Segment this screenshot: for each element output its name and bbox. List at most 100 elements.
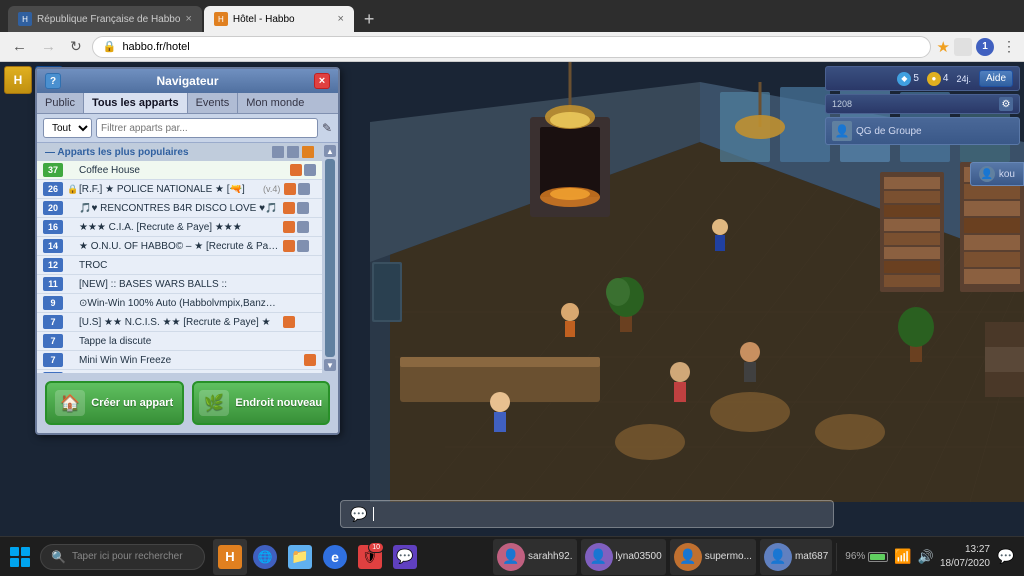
filter-select[interactable]: Tout [43, 118, 92, 138]
section-icon-orange[interactable] [302, 146, 314, 158]
room-badge-7: 9 [43, 296, 63, 310]
battery-indicator: 96% [845, 551, 888, 562]
address-bar: ← → ↻ 🔒 habbo.fr/hotel ★ 1 ⋮ [0, 32, 1024, 62]
new-place-button[interactable]: 🌿 Endroit nouveau [192, 381, 331, 425]
filter-input[interactable] [96, 118, 318, 138]
game-area: H 🧭 ? Navigateur × Public Tous les appar… [0, 62, 1024, 536]
tab-all-apparts[interactable]: Tous les apparts [84, 93, 188, 113]
clock-time: 13:27 [940, 543, 990, 557]
kou-avatar: 👤 [979, 166, 995, 182]
qg-button[interactable]: 👤 QG de Groupe [825, 117, 1020, 145]
player-name-3: supermo... [705, 551, 752, 562]
navigator-close[interactable]: × [314, 73, 330, 89]
kou-notification[interactable]: 👤 kou [970, 162, 1024, 186]
menu-icon[interactable]: ⋮ [1002, 38, 1016, 55]
back-button[interactable]: ← [8, 36, 31, 57]
room-badge-8: 7 [43, 315, 63, 329]
network-icon[interactable]: 📶 [894, 548, 911, 565]
reload-button[interactable]: ↻ [66, 36, 86, 57]
section-icon-grid[interactable] [272, 146, 284, 158]
filter-edit-icon[interactable]: ✎ [322, 121, 332, 135]
taskbar-habbo-icon[interactable]: H [213, 539, 247, 575]
navigator-title: Navigateur [61, 74, 314, 88]
new-tab-button[interactable]: + [354, 6, 385, 32]
notification-button[interactable]: 💬 [996, 547, 1016, 567]
chat-send-icon[interactable]: 💬 [349, 504, 369, 524]
room-item-4[interactable]: 14 ★ O.N.U. OF HABBO© – ★ [Recrute & Pay… [37, 237, 322, 256]
section-icon-list[interactable] [287, 146, 299, 158]
credits-icons: ⚙ [999, 97, 1013, 111]
room-item-8[interactable]: 7 [U.S] ★★ N.C.I.S. ★★ [Recrute & Paye] … [37, 313, 322, 332]
settings-icon[interactable]: ⚙ [999, 97, 1013, 111]
search-icon: 🔍 [51, 550, 66, 564]
room-item-10[interactable]: 7 Mini Win Win Freeze [37, 351, 322, 370]
room-icon-grey-4 [297, 240, 309, 252]
player-lyna03500[interactable]: 👤 lyna03500 [581, 539, 666, 575]
url-bar[interactable]: 🔒 habbo.fr/hotel [92, 36, 931, 58]
forward-button[interactable]: → [37, 36, 60, 57]
room-badge-6: 11 [43, 277, 63, 291]
ext-icon-2[interactable]: 1 [976, 38, 994, 56]
room-item-5[interactable]: 12 TROC [37, 256, 322, 275]
tab-close-2[interactable]: × [337, 13, 343, 25]
taskbar-icon-2[interactable]: 🌐 [248, 539, 282, 575]
rooms-list-container: — Apparts les plus populaires 37 Coffee … [37, 143, 338, 373]
room-icons-8 [283, 316, 295, 328]
tab-close-1[interactable]: × [185, 13, 191, 25]
room-suffix-1: (v.4) [263, 184, 280, 194]
badge-5: 10 [368, 542, 384, 553]
scroll-down-button[interactable]: ▼ [324, 359, 336, 371]
room-item-9[interactable]: 7 Tappe la discute [37, 332, 322, 351]
room-item-6[interactable]: 11 [NEW] :: BASES WARS BALLS :: [37, 275, 322, 294]
player-avatar-4: 👤 [764, 543, 792, 571]
volume-icon[interactable]: 🔊 [918, 549, 934, 565]
bookmark-icon[interactable]: ★ [937, 38, 950, 56]
player-avatar-2: 👤 [585, 543, 613, 571]
room-icon-grey-1 [298, 183, 310, 195]
taskbar-icon-6[interactable]: 💬 [388, 539, 422, 575]
player-mat687[interactable]: 👤 mat687 [760, 539, 832, 575]
new-place-icon: 🌿 [199, 390, 229, 416]
tab-events[interactable]: Events [188, 93, 239, 113]
room-item-11[interactable]: 6 [R.F.] ★ CENTRE MILITAIRE ★ [🏠] [37, 370, 322, 373]
navigator-help[interactable]: ? [45, 73, 61, 89]
taskbar-icon-3[interactable]: 📁 [283, 539, 317, 575]
room-item-1[interactable]: 26 🔒 [R.F.] ★ POLICE NATIONALE ★ [🔫] (v.… [37, 180, 322, 199]
navigator-panel: ? Navigateur × Public Tous les apparts E… [35, 67, 340, 435]
scroll-up-button[interactable]: ▲ [324, 145, 336, 157]
chat-cursor-display [373, 507, 374, 521]
tab-public[interactable]: Public [37, 93, 84, 113]
system-tray: 96% 📶 🔊 13:27 18/07/2020 💬 [836, 543, 1024, 571]
tab-2[interactable]: H Hôtel - Habbo × [204, 6, 354, 32]
ext-icon-1[interactable] [954, 38, 972, 56]
player-name-1: sarahh92. [528, 551, 572, 562]
tab-1[interactable]: H République Française de Habbo × [8, 6, 202, 32]
room-item-0[interactable]: 37 Coffee House [37, 161, 322, 180]
player-avatar-1: 👤 [497, 543, 525, 571]
room-icon-orange-1 [284, 183, 296, 195]
aide-button[interactable]: Aide [979, 70, 1013, 87]
room-name-9: Tappe la discute [79, 336, 316, 347]
taskbar-search[interactable]: 🔍 Taper ici pour rechercher [40, 544, 205, 570]
start-button[interactable] [0, 537, 40, 576]
scroll-thumb[interactable] [325, 159, 335, 357]
rooms-scrollbar[interactable]: ▲ ▼ [322, 143, 338, 373]
room-name-8: [U.S] ★★ N.C.I.S. ★★ [Recrute & Paye] ★ [79, 317, 279, 328]
room-icon-orange-3 [283, 221, 295, 233]
coin-stat: ● 4 [927, 72, 949, 86]
chat-cursor-line [373, 507, 374, 521]
room-icons-2 [283, 202, 309, 214]
room-name-6: [NEW] :: BASES WARS BALLS :: [79, 279, 316, 290]
taskbar-icon-5[interactable]: 🛡 10 [353, 539, 387, 575]
room-item-7[interactable]: 9 ⊙Win-Win 100% Auto (Habbolvmpix,Banzai… [37, 294, 322, 313]
taskbar-icon-4[interactable]: e [318, 539, 352, 575]
player-supermomo[interactable]: 👤 supermo... [670, 539, 756, 575]
create-room-button[interactable]: 🏠 Créer un appart [45, 381, 184, 425]
player-sarahh92[interactable]: 👤 sarahh92. [493, 539, 576, 575]
tab-myworld[interactable]: Mon monde [238, 93, 312, 113]
room-item-2[interactable]: 20 🎵♥ RENCONTRES B4R DISCO LOVE ♥🎵 [37, 199, 322, 218]
room-item-3[interactable]: 16 ★★★ C.I.A. [Recrute & Paye] ★★★ [37, 218, 322, 237]
diamond-count: 5 [913, 73, 919, 84]
chat-input-bar[interactable]: 💬 [340, 500, 834, 528]
habbo-h-button[interactable]: H [4, 66, 32, 94]
